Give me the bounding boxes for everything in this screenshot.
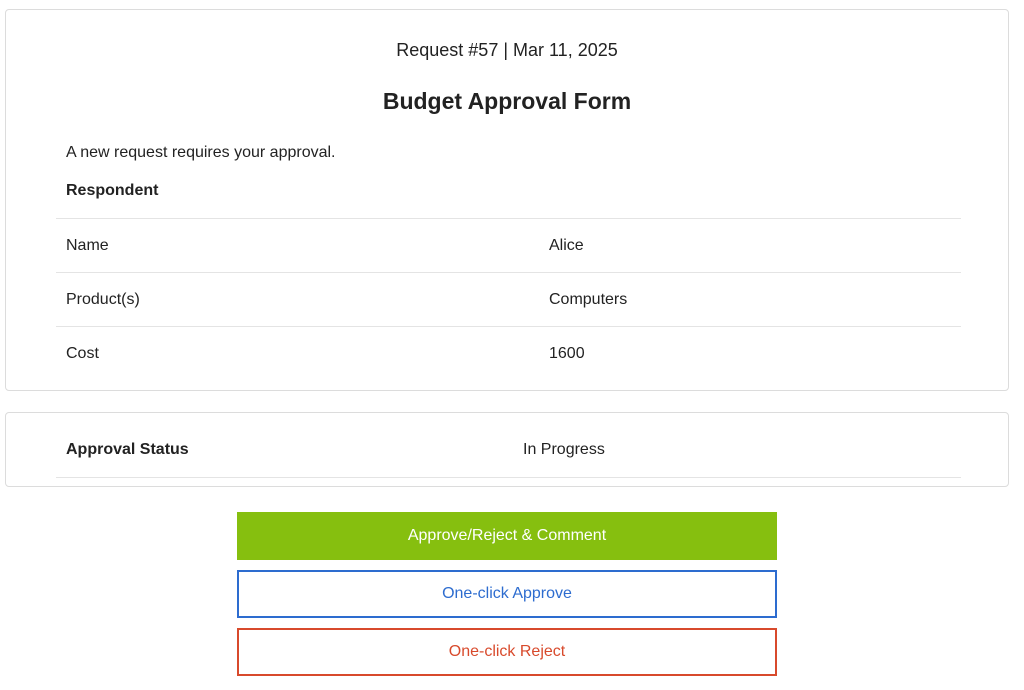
request-card: Request #57 | Mar 11, 2025 Budget Approv… (5, 9, 1009, 391)
products-label: Product(s) (66, 291, 140, 308)
name-value: Alice (549, 237, 584, 254)
intro-text: A new request requires your approval. (66, 144, 336, 161)
approval-status-value: In Progress (523, 441, 605, 458)
status-card: Approval Status In Progress (5, 412, 1009, 487)
cost-label: Cost (66, 345, 99, 362)
approve-reject-comment-button[interactable]: Approve/Reject & Comment (237, 512, 777, 560)
one-click-reject-button[interactable]: One-click Reject (237, 628, 777, 676)
name-label: Name (66, 237, 109, 254)
respondent-table: Name Alice Product(s) Computers Cost 160… (56, 218, 961, 380)
request-meta: Request #57 | Mar 11, 2025 (396, 40, 618, 60)
approval-status-row: Approval Status In Progress (56, 413, 961, 478)
table-row: Product(s) Computers (56, 272, 961, 326)
page-title: Budget Approval Form (382, 88, 632, 114)
cost-value: 1600 (549, 345, 585, 362)
one-click-approve-button[interactable]: One-click Approve (237, 570, 777, 618)
table-row: Name Alice (56, 218, 961, 272)
approval-status-label: Approval Status (66, 441, 189, 458)
respondent-section-label: Respondent (66, 182, 159, 199)
table-row: Cost 1600 (56, 326, 961, 380)
products-value: Computers (549, 291, 628, 308)
